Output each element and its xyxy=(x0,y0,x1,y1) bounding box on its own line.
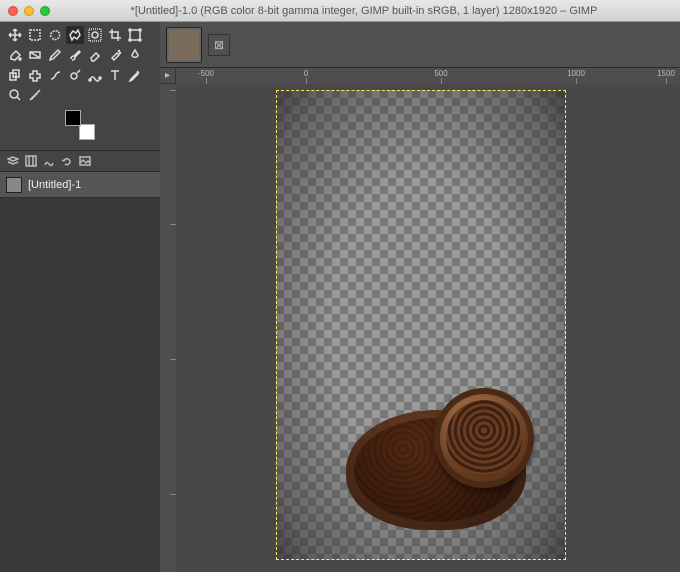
layer-thumbnail xyxy=(6,177,22,193)
crop-tool[interactable] xyxy=(106,26,124,44)
ruler-tick-label: 1000 xyxy=(567,69,585,78)
canvas-viewport[interactable] xyxy=(176,84,680,572)
window-titlebar: *[Untitled]-1.0 (RGB color 8-bit gamma i… xyxy=(0,0,680,22)
coffee-cup xyxy=(434,388,534,488)
layers-tab-icon[interactable] xyxy=(6,154,20,168)
toolbox xyxy=(0,22,160,150)
ruler-tick-label: -500 xyxy=(198,69,214,78)
color-swatches[interactable] xyxy=(65,110,95,140)
zoom-window-button[interactable] xyxy=(40,6,50,16)
image-window: ⊠ ▸ -500 0 500 1000 1500 xyxy=(160,22,680,572)
zoom-tool[interactable] xyxy=(6,86,24,104)
pencil-tool[interactable] xyxy=(46,46,64,64)
close-document-button[interactable]: ⊠ xyxy=(208,34,230,56)
eraser-tool[interactable] xyxy=(86,46,104,64)
color-picker-tool[interactable] xyxy=(126,66,144,84)
ruler-tick-label: 0 xyxy=(304,69,308,78)
ink-tool[interactable] xyxy=(126,46,144,64)
canvas[interactable] xyxy=(276,90,566,560)
ruler-origin-button[interactable]: ▸ xyxy=(160,68,176,84)
move-tool[interactable] xyxy=(6,26,24,44)
clone-tool[interactable] xyxy=(6,66,24,84)
minimize-window-button[interactable] xyxy=(24,6,34,16)
close-icon: ⊠ xyxy=(214,38,224,52)
bucket-fill-tool[interactable] xyxy=(6,46,24,64)
smudge-tool[interactable] xyxy=(46,66,64,84)
dodge-burn-tool[interactable] xyxy=(66,66,84,84)
ruler-tick-label: 500 xyxy=(434,69,447,78)
channels-tab-icon[interactable] xyxy=(24,154,38,168)
paintbrush-tool[interactable] xyxy=(66,46,84,64)
window-controls xyxy=(8,6,50,16)
dock-tabs xyxy=(0,150,160,172)
by-color-select-tool[interactable] xyxy=(86,26,104,44)
undo-history-tab-icon[interactable] xyxy=(60,154,74,168)
window-title: *[Untitled]-1.0 (RGB color 8-bit gamma i… xyxy=(56,5,672,17)
layers-panel: [Untitled]-1 xyxy=(0,172,160,572)
heal-tool[interactable] xyxy=(26,66,44,84)
left-dock: [Untitled]-1 xyxy=(0,22,160,572)
background-color-swatch[interactable] xyxy=(79,124,95,140)
measure-tool[interactable] xyxy=(26,86,44,104)
free-select-tool[interactable] xyxy=(46,26,64,44)
tool-grid xyxy=(6,26,154,104)
layer-name: [Untitled]-1 xyxy=(28,179,81,191)
airbrush-tool[interactable] xyxy=(106,46,124,64)
document-tab-thumbnail[interactable] xyxy=(166,27,202,63)
gradient-tool[interactable] xyxy=(26,46,44,64)
vertical-ruler[interactable] xyxy=(160,84,176,572)
foreground-color-swatch[interactable] xyxy=(65,110,81,126)
paths-tab-icon[interactable] xyxy=(42,154,56,168)
fuzzy-select-tool[interactable] xyxy=(66,26,84,44)
path-tool[interactable] xyxy=(86,66,104,84)
text-tool[interactable] xyxy=(106,66,124,84)
document-tabbar: ⊠ xyxy=(160,22,680,68)
image-content-coffee xyxy=(346,370,546,540)
ruler-tick-label: 1500 xyxy=(657,69,675,78)
horizontal-ruler[interactable]: -500 0 500 1000 1500 xyxy=(176,68,680,84)
layer-row[interactable]: [Untitled]-1 xyxy=(0,172,160,198)
images-tab-icon[interactable] xyxy=(78,154,92,168)
close-window-button[interactable] xyxy=(8,6,18,16)
unified-transform-tool[interactable] xyxy=(126,26,144,44)
rect-select-tool[interactable] xyxy=(26,26,44,44)
